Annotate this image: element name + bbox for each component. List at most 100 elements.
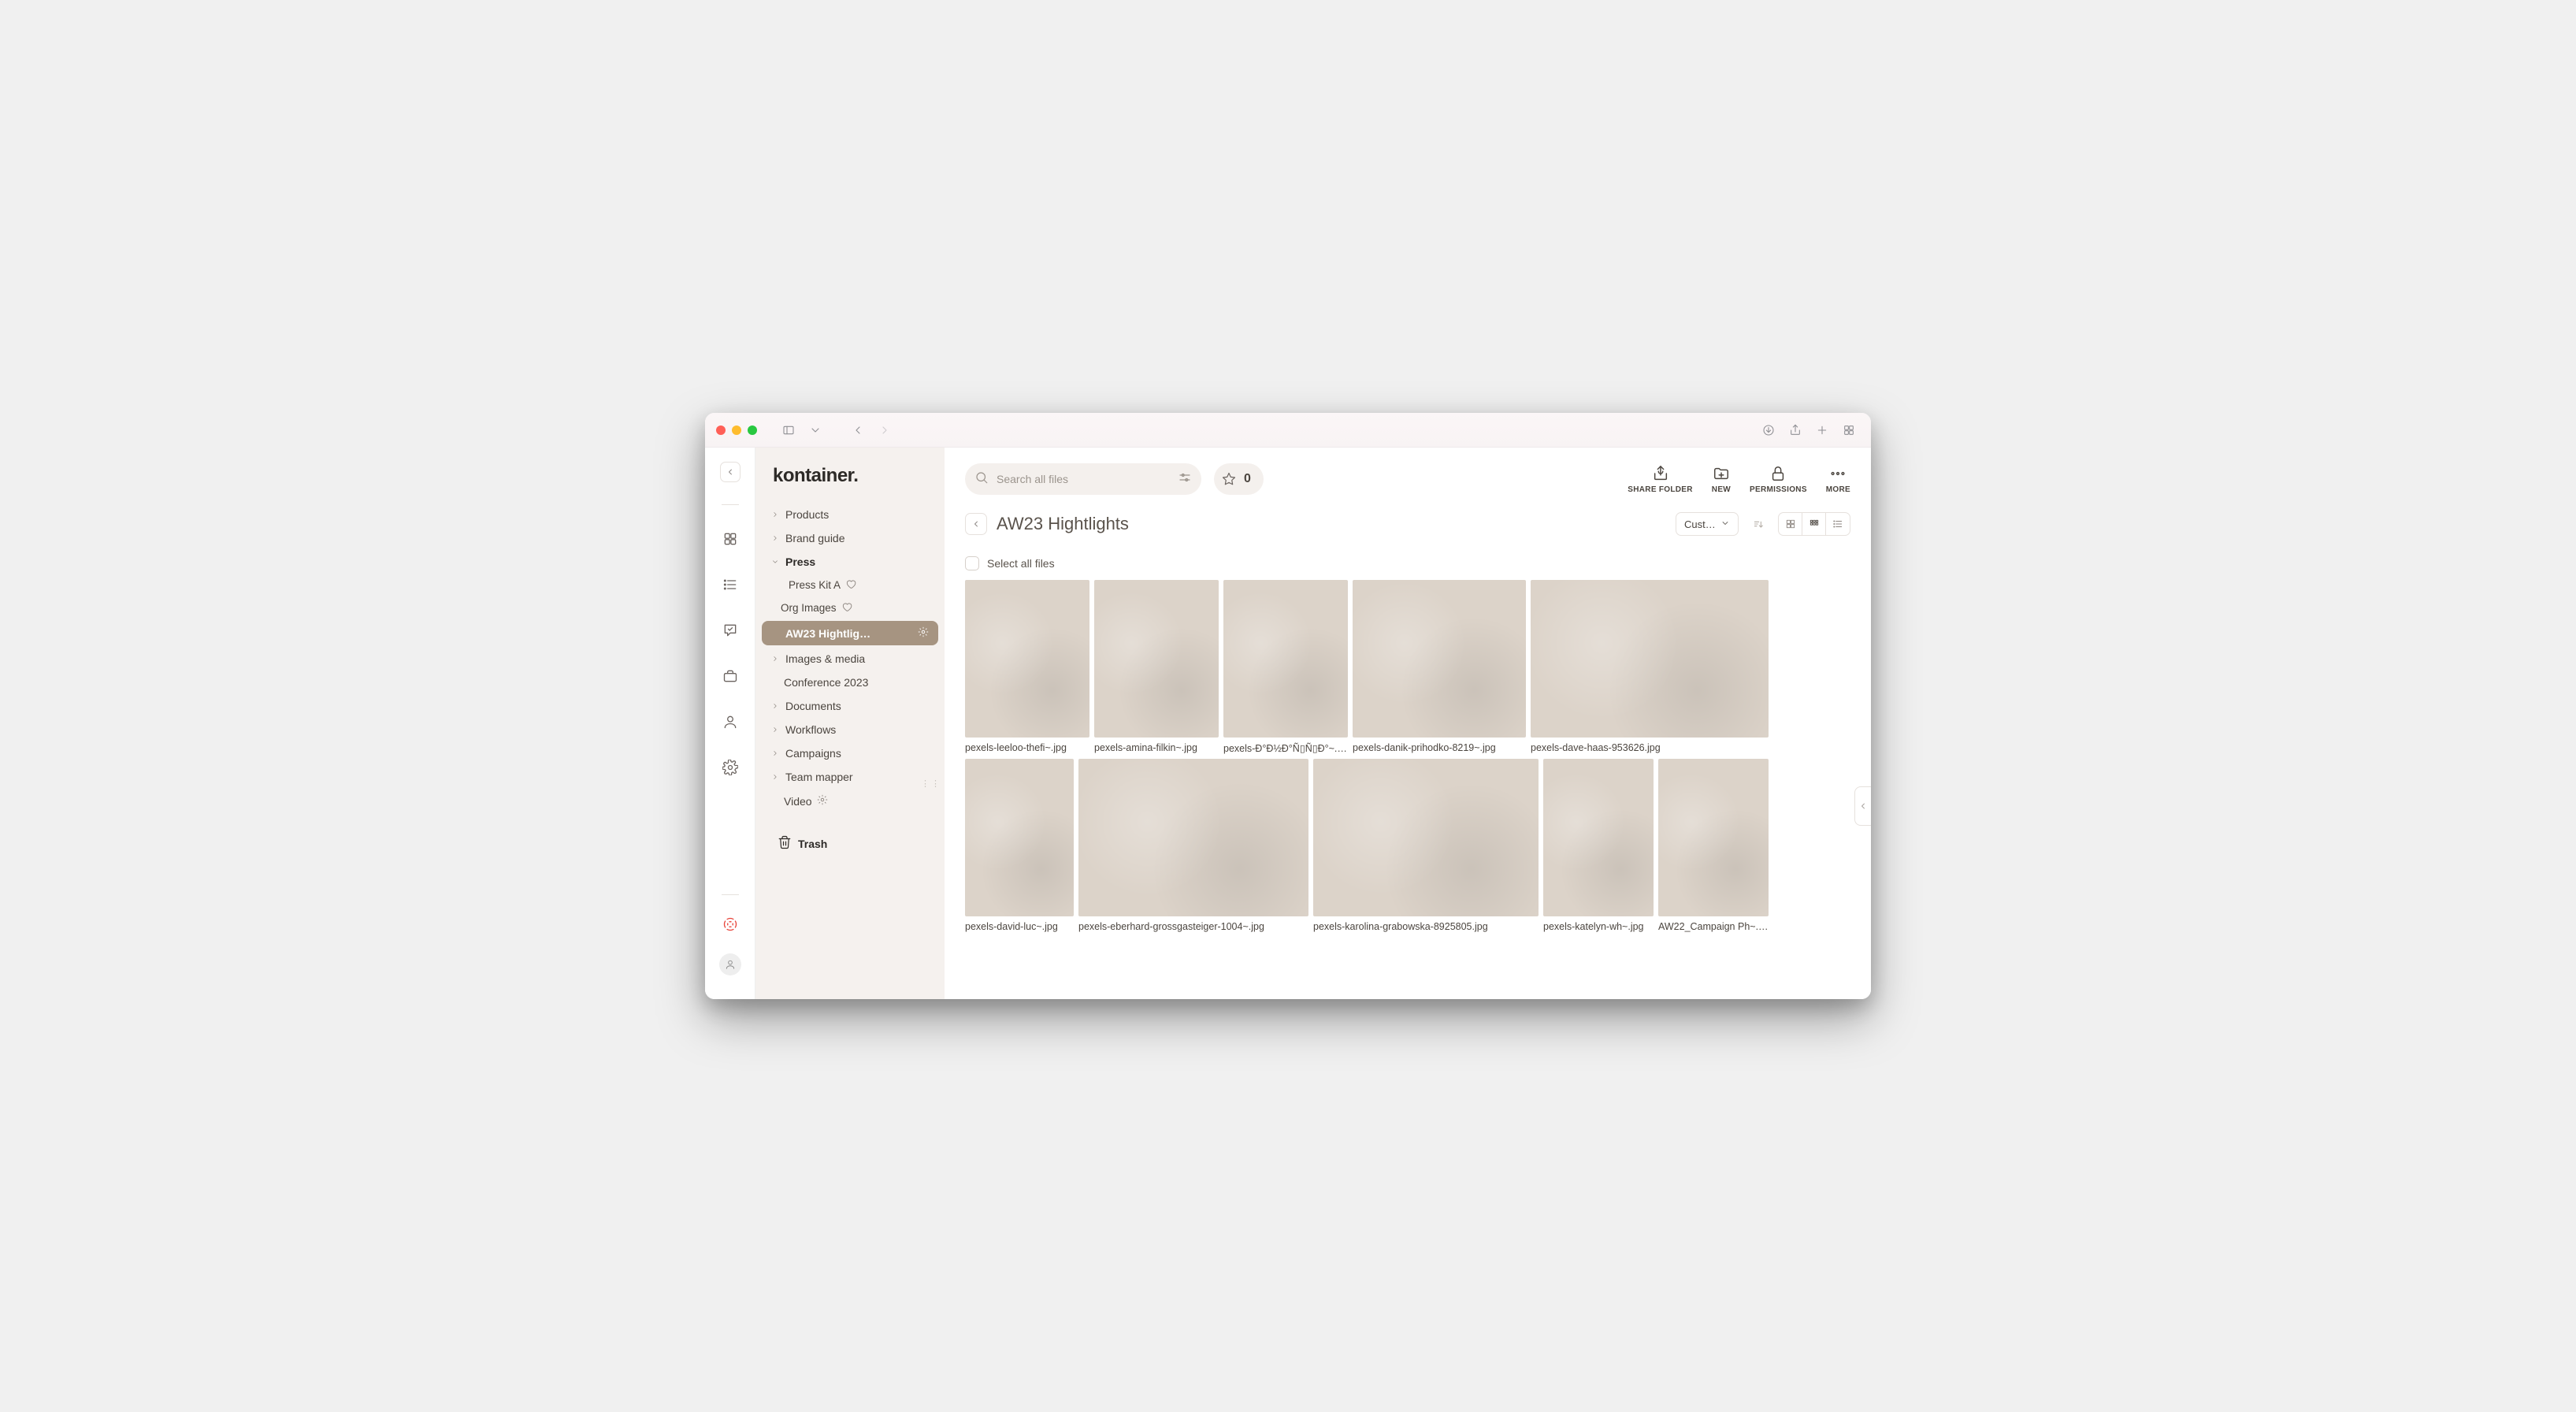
chevron-down-icon[interactable] [804,421,826,440]
thumbnail-image [1094,580,1219,738]
sidebar-item-org-images[interactable]: Org Images [762,596,938,619]
search-icon [974,470,989,489]
sidebar-label: Images & media [785,652,865,665]
nav-back-button[interactable] [847,421,869,440]
action-label: SHARE FOLDER [1628,485,1693,494]
file-thumbnail[interactable]: pexels-katelyn-wh~.jpg [1543,759,1654,932]
sidebar-item-documents[interactable]: Documents [762,694,938,718]
sidebar-item-campaigns[interactable]: Campaigns [762,741,938,765]
nav-forward-button[interactable] [874,421,896,440]
nav-rail [705,448,755,999]
chevron-right-icon [771,508,781,521]
thumbnail-image [1543,759,1654,916]
sidebar-item-press[interactable]: Press [762,550,938,574]
rail-chat-icon[interactable] [718,619,742,642]
chevron-right-icon [771,771,781,783]
new-button[interactable]: NEW [1712,465,1731,494]
back-button[interactable] [965,513,987,535]
gear-icon[interactable] [918,626,929,640]
share-icon[interactable] [1784,421,1806,440]
rail-list-icon[interactable] [718,573,742,596]
thumbnail-image [1078,759,1308,916]
window-close-button[interactable] [716,425,726,435]
page-title: AW23 Hightlights [997,514,1129,534]
sidebar-item-brandguide[interactable]: Brand guide [762,526,938,550]
rail-dashboard-icon[interactable] [718,527,742,551]
file-thumbnail[interactable]: pexels-david-luc~.jpg [965,759,1074,932]
heart-icon[interactable] [845,578,856,592]
sort-label: Cust… [1684,518,1716,530]
trash-icon [778,835,792,852]
tabs-icon[interactable] [1838,421,1860,440]
rail-back-button[interactable] [720,462,741,482]
window-minimize-button[interactable] [732,425,741,435]
thumbnail-image [1313,759,1539,916]
file-thumbnail[interactable]: pexels-dave-haas-953626.jpg [1531,580,1769,754]
chevron-right-icon [771,747,781,760]
search-input[interactable] [997,473,1170,485]
drag-handle-icon[interactable]: ⋮⋮ [921,778,941,789]
right-edge-toggle[interactable] [1854,786,1871,826]
sidebar-item-images-media[interactable]: Images & media [762,647,938,671]
file-thumbnail[interactable]: pexels-karolina-grabowska-8925805.jpg [1313,759,1539,932]
plus-icon[interactable] [1811,421,1833,440]
heart-icon[interactable] [841,601,852,615]
share-folder-button[interactable]: SHARE FOLDER [1628,465,1693,494]
select-all-label: Select all files [987,557,1055,570]
file-name: pexels-katelyn-wh~.jpg [1543,921,1654,932]
gear-icon[interactable] [817,794,828,808]
view-mode-segment [1778,512,1850,536]
sidebar-item-products[interactable]: Products [762,503,938,526]
sidebar-item-presskit-a[interactable]: Press Kit A [762,574,938,596]
view-list-button[interactable] [1826,513,1850,535]
sidebar-item-trash[interactable]: Trash [762,827,938,860]
rail-user-icon[interactable] [718,710,742,734]
sort-dropdown[interactable]: Cust… [1676,512,1739,536]
sidebar-label: Documents [785,700,841,712]
titlebar [705,413,1871,448]
favorites-pill[interactable]: 0 [1214,463,1264,495]
sidebar-label: AW23 Hightlig… [785,627,913,640]
sidebar-item-workflows[interactable]: Workflows [762,718,938,741]
window-maximize-button[interactable] [748,425,757,435]
sidebar-item-video[interactable]: Video [762,789,938,813]
rail-settings-icon[interactable] [718,756,742,779]
action-label: PERMISSIONS [1750,485,1807,494]
file-thumbnail[interactable]: pexels-amina-filkin~.jpg [1094,580,1219,754]
thumbnail-image [1531,580,1769,738]
sidebar-item-team-mapper[interactable]: Team mapper [762,765,938,789]
file-thumbnail[interactable]: pexels-Ð°Ð½Ð°Ñ▯Ñ▯Ð°~.jpg [1223,580,1348,754]
file-name: pexels-leeloo-thefi~.jpg [965,742,1089,753]
view-large-grid-button[interactable] [1779,513,1802,535]
sidebar-item-conference[interactable]: Conference 2023 [762,671,938,694]
view-small-grid-button[interactable] [1802,513,1826,535]
sidebar-label: Products [785,508,829,521]
favorites-count: 0 [1244,472,1251,486]
file-thumbnail[interactable]: AW22_Campaign Ph~.jpg [1658,759,1769,932]
sort-direction-icon[interactable] [1748,514,1769,534]
gallery: pexels-leeloo-thefi~.jpg pexels-amina-fil… [965,580,1850,937]
sidebar-label: Campaigns [785,747,841,760]
rail-avatar[interactable] [719,953,741,975]
file-name: pexels-karolina-grabowska-8925805.jpg [1313,921,1539,932]
sliders-icon[interactable] [1178,470,1192,489]
search-field[interactable] [965,463,1201,495]
sidebar-label: Brand guide [785,532,845,544]
sidebar-toggle-button[interactable] [778,421,800,440]
file-thumbnail[interactable]: pexels-leeloo-thefi~.jpg [965,580,1089,754]
file-name: pexels-amina-filkin~.jpg [1094,742,1219,753]
sidebar-item-aw23[interactable]: AW23 Hightlig… [762,621,938,645]
select-all-checkbox[interactable] [965,556,979,570]
thumbnail-image [1353,580,1526,738]
file-thumbnail[interactable]: pexels-danik-prihodko-8219~.jpg [1353,580,1526,754]
app-window: kontainer. Products Brand guide Press Pr… [705,413,1871,999]
download-icon[interactable] [1758,421,1780,440]
more-button[interactable]: MORE [1826,465,1850,494]
file-thumbnail[interactable]: pexels-eberhard-grossgasteiger-1004~.jpg [1078,759,1308,932]
chevron-right-icon [771,652,781,665]
rail-help-icon[interactable] [718,912,742,936]
permissions-button[interactable]: PERMISSIONS [1750,465,1807,494]
thumbnail-image [965,759,1074,916]
thumbnail-image [965,580,1089,738]
rail-briefcase-icon[interactable] [718,664,742,688]
